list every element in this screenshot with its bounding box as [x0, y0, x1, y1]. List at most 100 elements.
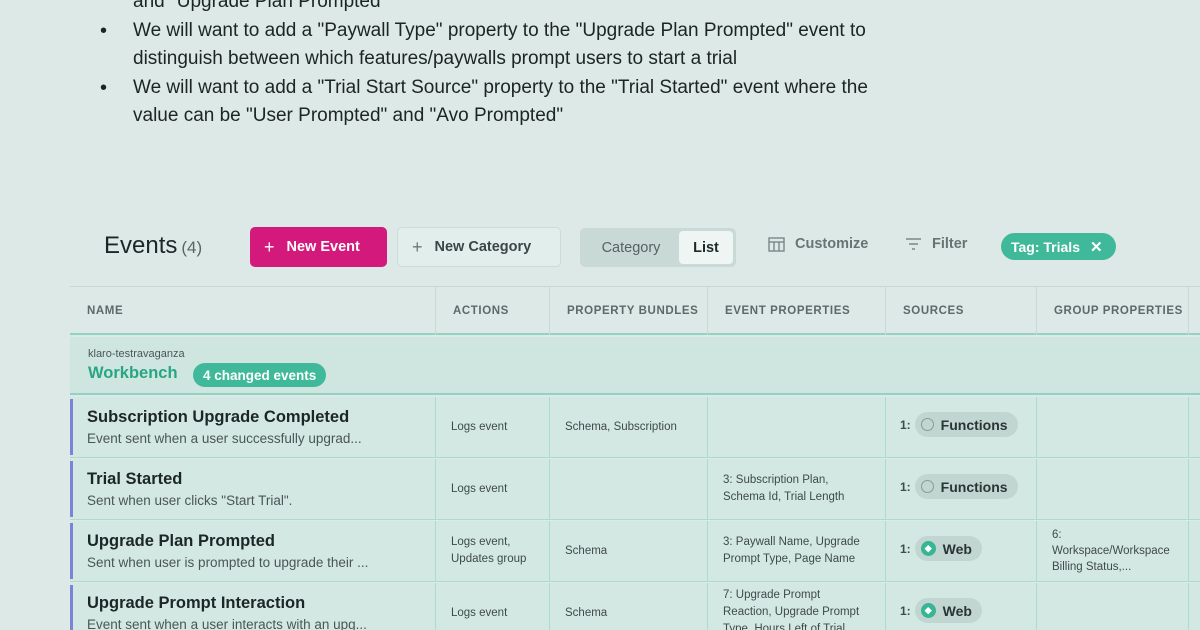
column-header-actions[interactable]: ACTIONS [435, 287, 549, 335]
source-chip[interactable]: ◆ Web [914, 536, 982, 561]
changed-events-badge: 4 changed events [193, 363, 327, 387]
source-chip[interactable]: Functions [914, 474, 1018, 499]
close-icon[interactable]: ✕ [1090, 238, 1103, 256]
event-properties-line: 7: Upgrade Prompt [723, 589, 821, 601]
bullet [100, 45, 133, 74]
source-chip[interactable]: ◆ Web [914, 598, 982, 623]
name-cell: Trial Started Sent when user clicks "Sta… [70, 459, 435, 520]
doc-line-text: We will want to add a "Paywall Type" pro… [133, 19, 866, 41]
tag-filter-label: Tag: Trials [1011, 238, 1080, 255]
events-toolbar: Events (4) + New Event + New Category Cat… [0, 222, 1200, 270]
name-cell: Upgrade Prompt Interaction Event sent wh… [70, 583, 435, 630]
group-properties-line: Billing Status,... [1052, 561, 1132, 573]
event-properties-line: 3: Paywall Name, Upgrade [723, 536, 860, 548]
events-title: Events [104, 232, 178, 259]
table-row[interactable]: Upgrade Prompt Interaction Event sent wh… [70, 583, 1200, 630]
column-header-group-properties[interactable]: GROUP PROPERTIES [1036, 287, 1188, 335]
customize-button[interactable]: Customize [768, 236, 868, 252]
document-notes: and "Upgrade Plan Prompted" • We will wa… [100, 0, 1000, 131]
source-name: Functions [940, 478, 1008, 495]
actions-cell: Logs event [435, 583, 549, 630]
bundles-text: Schema [565, 545, 608, 557]
events-heading: Events (4) [104, 232, 202, 260]
new-event-label: New Event [286, 239, 360, 255]
bundles-text: Schema, Subscription [565, 421, 677, 433]
doc-line: • We will want to add a "Trial Start Sou… [100, 74, 1000, 103]
event-properties-line: Type, Hours Left of Trial... [723, 623, 855, 630]
actions-cell: Logs event [435, 459, 549, 520]
doc-line: distinguish between which features/paywa… [100, 45, 1000, 74]
event-properties-line: Schema Id, Trial Length [723, 491, 845, 503]
name-cell: Upgrade Plan Prompted Sent when user is … [70, 521, 435, 582]
source-name: Functions [940, 416, 1008, 433]
source-chip[interactable]: Functions [914, 412, 1018, 437]
extra-cell [1188, 397, 1200, 458]
event-name: Trial Started [87, 470, 183, 488]
tag-filter-pill: Tag: Trials ✕ [1001, 233, 1116, 260]
actions-line: Updates group [451, 553, 527, 565]
column-header-sources[interactable]: SOURCES [885, 287, 1036, 335]
source-name: Web [942, 540, 972, 557]
event-properties-cell [707, 397, 885, 458]
category-group-row[interactable]: klaro-testravaganza Workbench 4 changed … [70, 337, 1200, 395]
branch-name: klaro-testravaganza [88, 348, 185, 360]
name-cell: Subscription Upgrade Completed Event sen… [70, 397, 435, 458]
event-description: Sent when user clicks "Start Trial". [87, 493, 293, 508]
plus-icon: + [264, 236, 275, 257]
new-category-button[interactable]: + New Category [397, 227, 561, 267]
actions-cell: Logs event, Updates group [435, 521, 549, 582]
event-properties-cell: 7: Upgrade Prompt Reaction, Upgrade Prom… [707, 583, 885, 630]
group-properties-cell [1036, 459, 1188, 520]
view-toggle-category[interactable]: Category [583, 231, 679, 264]
event-description: Event sent when a user interacts with an… [87, 617, 367, 630]
filter-icon [906, 238, 921, 250]
source-name: Web [942, 602, 972, 619]
column-header-property-bundles[interactable]: PROPERTY BUNDLES [549, 287, 707, 335]
column-header-name[interactable]: NAME [70, 287, 435, 335]
doc-line-text: and "Upgrade Plan Prompted" [133, 0, 388, 12]
group-properties-line: Workspace/Workspace [1052, 545, 1170, 557]
source: 1: Functions [900, 412, 1018, 437]
source-count: 1: [900, 479, 911, 494]
extra-cell [1188, 583, 1200, 630]
column-header-event-properties[interactable]: EVENT PROPERTIES [707, 287, 885, 335]
extra-cell [1188, 459, 1200, 520]
event-name: Upgrade Plan Prompted [87, 532, 275, 550]
event-properties-text: 3: Subscription Plan, Schema Id, Trial L… [723, 472, 844, 506]
bundles-cell: Schema [549, 583, 707, 630]
doc-line: • We will want to add a "Paywall Type" p… [100, 17, 1000, 46]
actions-text: Logs event [451, 483, 508, 495]
doc-line-text: distinguish between which features/paywa… [133, 48, 738, 69]
empty-circle-icon [920, 418, 934, 431]
plus-icon: + [412, 236, 423, 257]
extra-cell [1188, 521, 1200, 582]
events-count: (4) [181, 238, 203, 257]
group-properties-cell: 6: Workspace/Workspace Billing Status,..… [1036, 521, 1188, 582]
table-row[interactable]: Subscription Upgrade Completed Event sen… [70, 397, 1200, 458]
table-row[interactable]: Upgrade Plan Prompted Sent when user is … [70, 521, 1200, 582]
bullet: • [100, 19, 108, 42]
event-description: Sent when user is prompted to upgrade th… [87, 555, 369, 570]
actions-text: Logs event, Updates group [451, 534, 526, 568]
table-row[interactable]: Trial Started Sent when user clicks "Sta… [70, 459, 1200, 520]
customize-label: Customize [795, 236, 869, 252]
event-properties-cell: 3: Paywall Name, Upgrade Prompt Type, Pa… [707, 521, 885, 582]
bullet [100, 0, 133, 17]
table-columns-icon [768, 236, 785, 252]
group-properties-text: 6: Workspace/Workspace Billing Status,..… [1052, 527, 1170, 575]
events-table: NAME ACTIONS PROPERTY BUNDLES EVENT PROP… [70, 286, 1200, 630]
event-description: Event sent when a user successfully upgr… [87, 431, 362, 446]
new-category-label: New Category [434, 239, 532, 255]
view-toggle-list[interactable]: List [679, 231, 733, 264]
filter-button[interactable]: Filter [905, 236, 967, 252]
source: 1: ◆ Web [900, 598, 982, 623]
bullet [100, 102, 133, 131]
group-properties-cell [1036, 583, 1188, 630]
new-event-button[interactable]: + New Event [250, 227, 387, 267]
web-icon: ◆ [920, 603, 936, 618]
sources-cell: 1: ◆ Web [885, 583, 1036, 630]
column-header-extra [1188, 287, 1200, 335]
filter-label: Filter [932, 236, 968, 252]
actions-cell: Logs event [435, 397, 549, 458]
sources-cell: 1: Functions [885, 397, 1036, 458]
